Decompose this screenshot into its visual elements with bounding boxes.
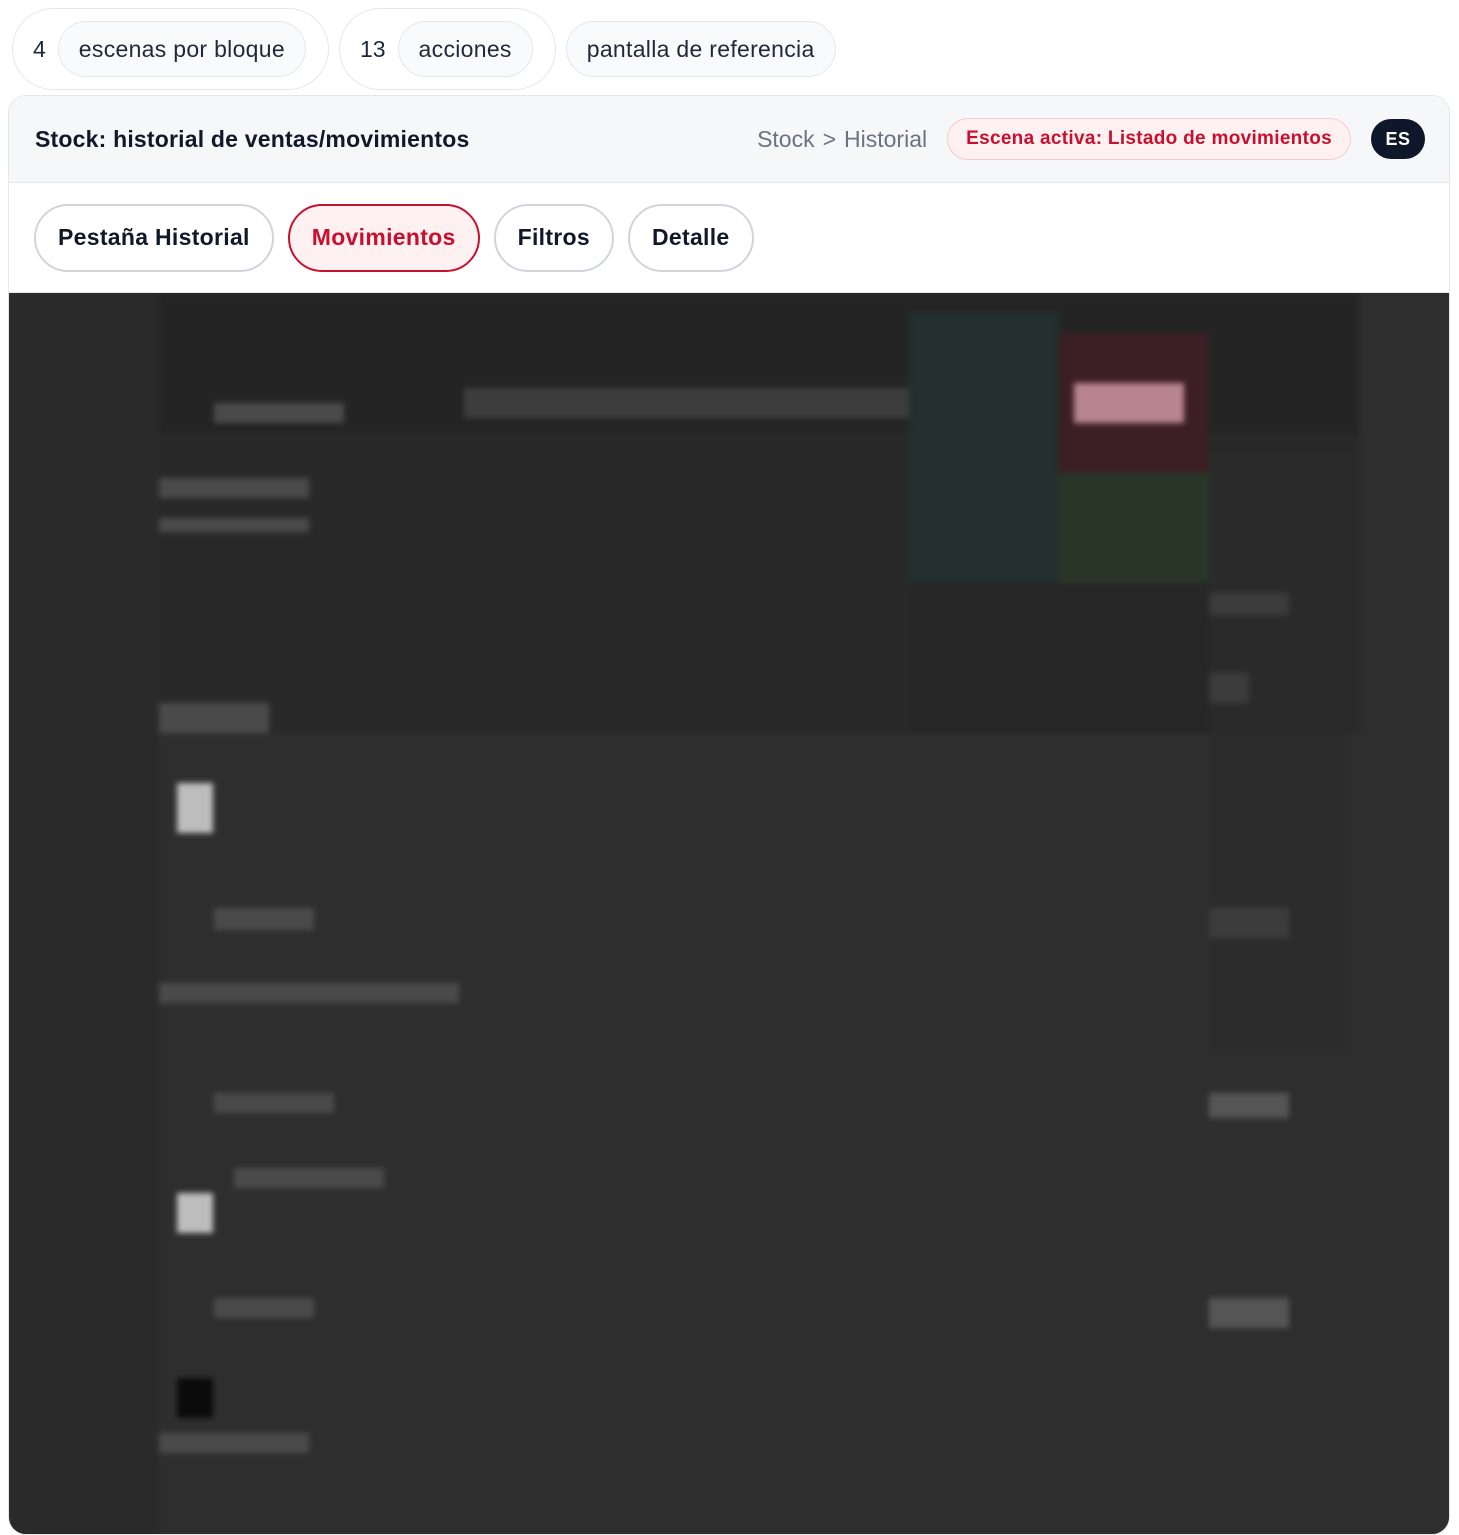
breadcrumb: Stock > Historial	[757, 126, 927, 153]
breadcrumb-separator: >	[822, 125, 837, 152]
scenes-chip: 4 escenas por bloque	[12, 8, 329, 90]
scenes-count: 4	[33, 35, 46, 62]
stats-chips: 4 escenas por bloque 13 acciones pantall…	[12, 8, 836, 90]
scene-tabs: Pestaña Historial Movimientos Filtros De…	[9, 183, 1449, 293]
reference-screen-chip: pantalla de referencia	[565, 21, 836, 77]
breadcrumb-root[interactable]: Stock	[757, 126, 815, 153]
blurred-screen-image	[9, 293, 1449, 1534]
page-title: Stock: historial de ventas/movimientos	[35, 125, 470, 152]
breadcrumb-current: Historial	[844, 125, 928, 152]
tab-historial[interactable]: Pestaña Historial	[34, 203, 274, 272]
header-meta: Stock > Historial Escena activa: Listado…	[757, 118, 1425, 160]
tab-detalle[interactable]: Detalle	[628, 203, 754, 272]
frame-header: Stock: historial de ventas/movimientos S…	[9, 96, 1449, 183]
actions-label: acciones	[397, 21, 533, 77]
scene-frame: Stock: historial de ventas/movimientos S…	[8, 95, 1450, 1535]
actions-chip: 13 acciones	[338, 8, 556, 90]
tab-movimientos[interactable]: Movimientos	[287, 203, 480, 272]
active-scene-badge: Escena activa: Listado de movimientos	[947, 118, 1351, 160]
reference-screenshot	[9, 293, 1449, 1534]
scenes-label: escenas por bloque	[57, 21, 306, 77]
tab-filtros[interactable]: Filtros	[493, 203, 614, 272]
actions-count: 13	[359, 35, 386, 62]
language-badge[interactable]: ES	[1371, 119, 1425, 159]
